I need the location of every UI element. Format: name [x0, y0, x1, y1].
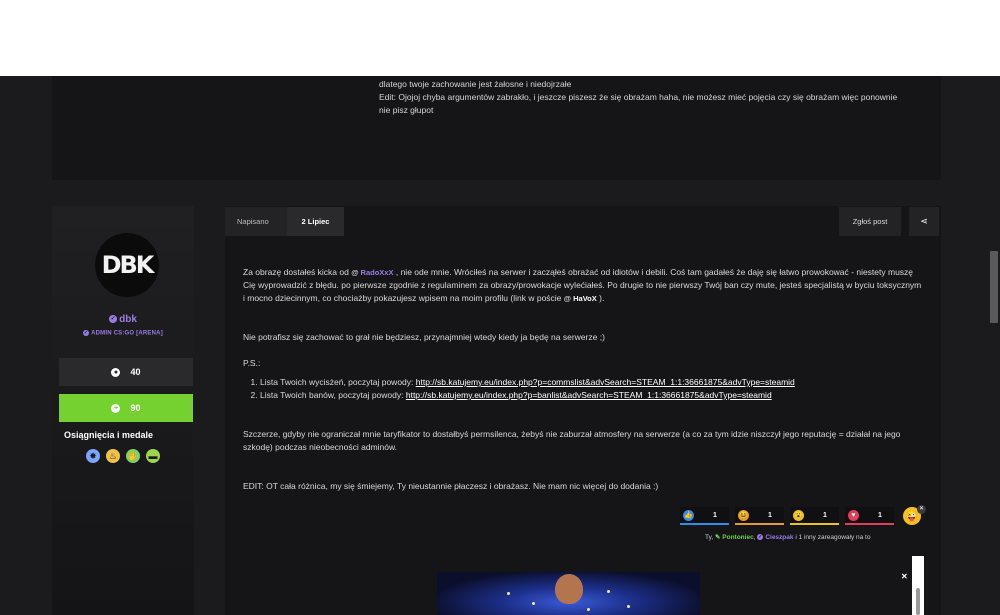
like-icon: 👍 [683, 509, 694, 521]
reactions-bar: 👍 1 😆 1 😮 1 ♥ 1 [680, 507, 894, 525]
mention-name: RadoXxX [360, 268, 394, 277]
author-rank: ✓ ADMIN CS:GO [ARENA] [52, 330, 194, 337]
signature-spark [532, 602, 535, 605]
posts-count: 40 [130, 367, 141, 377]
previous-post-line: nie pisz głupot [379, 105, 434, 115]
haha-icon: 😆 [738, 509, 749, 521]
reputation-stat[interactable]: + 90 [59, 394, 193, 422]
reacted-by-text: Ty, ✎ Pontoniec, ✓ Cieszpak i 1 inny zare… [705, 534, 871, 541]
close-icon[interactable]: ✕ [901, 572, 908, 581]
banlist-link[interactable]: http://sb.katujemy.eu/index.php?p=banlis… [406, 390, 772, 400]
share-icon: ⋖ [920, 216, 928, 226]
mention-name: HaVoX [573, 294, 597, 303]
signature-spark [627, 605, 630, 608]
commslist-link[interactable]: http://sb.katujemy.eu/index.php?p=commsl… [416, 377, 795, 387]
medals-row: ✸ ♨ ✋ ▬ [86, 449, 160, 463]
author-rank-label: ADMIN CS:GO [ARENA] [91, 330, 163, 337]
reaction-love[interactable]: ♥ 1 [845, 507, 894, 525]
reaction-count: 1 [823, 511, 827, 519]
mention-havox[interactable]: @ HaVoX [564, 292, 597, 305]
list-item: Lista Twoich banów, poczytaj powody: htt… [260, 389, 925, 402]
reaction-count: 1 [878, 511, 882, 519]
rank-badge-icon: ✓ [83, 330, 90, 336]
author-panel: DBK ✓ dbk ✓ ADMIN CS:GO [ARENA] ● 40 + 90 … [52, 206, 194, 615]
speech-bubble-icon: ● [111, 367, 121, 377]
paragraph-4: EDIT: OT cała różnica, my się śmiejemy, … [243, 481, 659, 491]
signature-spark [507, 592, 510, 595]
reacted-suffix: i 1 inny zareagowały na to [795, 534, 871, 541]
reaction-haha[interactable]: 😆 1 [735, 507, 784, 525]
reacted-prefix: Ty, [705, 534, 714, 541]
report-post-button[interactable]: Zgłoś post [839, 207, 901, 236]
list-item: Lista Twoich wycisżeń, poczytaj powody: … [260, 376, 925, 389]
chat-icon[interactable]: ▬ [146, 449, 160, 463]
paragraph-3: Szczerze, gdyby nie ograniczał mnie tary… [243, 429, 901, 452]
reacted-user-name: Cieszpak [765, 534, 794, 541]
list-item-label: Lista Twoich wycisżeń, poczytaj powody: [260, 377, 416, 387]
mention-radoxxx[interactable]: @ RadoXxX [351, 266, 393, 279]
avatar-logo: DBK [101, 251, 155, 279]
verified-icon: ✓ [757, 534, 764, 541]
ps-label: P.S.: [243, 358, 261, 368]
paragraph-text: Za obrazę dostałeś kicka od [243, 267, 349, 277]
smiley-icon: 😜 [905, 510, 919, 522]
post-content: Za obrazę dostałeś kicka od @ RadoXxX , n… [243, 266, 925, 493]
verified-icon: ✓ [109, 315, 118, 324]
paragraph-text: ). [599, 293, 605, 303]
share-button[interactable]: ⋖ [909, 207, 939, 236]
previous-post-line: dlatego twoje zachowanie jest żałosne i … [379, 79, 572, 89]
posted-label: Napisano [237, 217, 269, 226]
reaction-count: 1 [768, 511, 772, 519]
previous-post-line: Edit: Ojojoj chyba argumentów zabrakło, … [379, 92, 898, 102]
reaction-wow[interactable]: 😮 1 [790, 507, 839, 525]
reacted-user-pontoniec[interactable]: ✎ Pontoniec [715, 534, 754, 541]
love-icon: ♥ [848, 509, 859, 521]
ban-links-list: Lista Twoich wycisżeń, poczytaj powody: … [260, 376, 925, 402]
star-burst-icon[interactable]: ✸ [86, 449, 100, 463]
page-scrollbar[interactable] [988, 76, 1000, 615]
signature-spark [587, 608, 590, 611]
reaction-count: 1 [713, 511, 717, 519]
reacted-user-name: Pontoniec [722, 534, 754, 541]
hand-icon[interactable]: ✋ [126, 449, 140, 463]
author-name-link[interactable]: ✓ dbk [52, 314, 194, 325]
post-meta: Napisano 2 Lipiec [225, 207, 344, 236]
achievements-title: Osiągnięcia i medale [64, 430, 154, 440]
reacted-user-cieszpak[interactable]: ✓ Cieszpak [757, 534, 794, 541]
plus-icon: + [111, 403, 121, 413]
post-date[interactable]: 2 Lipiec [287, 207, 344, 236]
top-white-banner [0, 0, 1000, 76]
side-panel-scroll-thumb[interactable] [916, 588, 920, 615]
signature-figure [555, 574, 583, 604]
wow-icon: 😮 [793, 509, 804, 521]
list-item-label: Lista Twoich banów, poczytaj powody: [260, 390, 406, 400]
signature-spark [607, 590, 610, 593]
paragraph-1: Za obrazę dostałeś kicka od @ RadoXxX , n… [243, 266, 925, 305]
paragraph-2: Nie potrafisz się zachować to grał nie b… [243, 332, 605, 342]
close-reaction-icon[interactable]: ✕ [917, 505, 926, 514]
reaction-like[interactable]: 👍 1 [680, 507, 729, 525]
reputation-count: 90 [130, 403, 141, 413]
avatar[interactable]: DBK [95, 233, 159, 297]
signature-image [437, 572, 700, 615]
previous-post-text: dlatego twoje zachowanie jest żałosne i … [379, 78, 919, 117]
posts-count-stat: ● 40 [59, 358, 193, 386]
page-scrollbar-thumb[interactable] [990, 251, 998, 323]
author-name: dbk [119, 314, 137, 325]
flame-icon[interactable]: ♨ [106, 449, 120, 463]
